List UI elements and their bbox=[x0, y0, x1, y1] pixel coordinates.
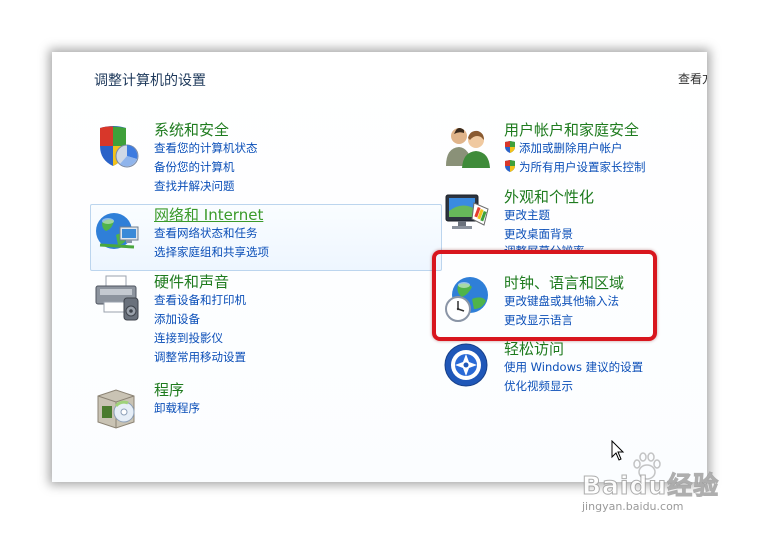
watermark-url: jingyan.baidu.com bbox=[582, 500, 684, 513]
link-connect-projector[interactable]: 连接到投影仪 bbox=[154, 329, 223, 348]
watermark-brand: Baidu经验 bbox=[581, 471, 720, 501]
link-backup-computer[interactable]: 备份您的计算机 bbox=[154, 158, 235, 177]
link-parental-controls[interactable]: 为所有用户设置家长控制 bbox=[504, 158, 646, 177]
shield-security-icon bbox=[100, 126, 139, 168]
link-view-computer-status[interactable]: 查看您的计算机状态 bbox=[154, 139, 258, 158]
link-mobility-settings[interactable]: 调整常用移动设置 bbox=[154, 348, 246, 367]
network-globe-icon bbox=[96, 213, 139, 249]
link-add-device[interactable]: 添加设备 bbox=[154, 310, 200, 329]
baidu-watermark: Baidu经验 jingyan.baidu.com bbox=[581, 466, 752, 522]
monitor-palette-icon bbox=[445, 194, 489, 229]
view-by-label[interactable]: 查看方 bbox=[678, 70, 707, 87]
link-homegroup-sharing[interactable]: 选择家庭组和共享选项 bbox=[154, 243, 269, 262]
mouse-cursor-icon bbox=[611, 440, 625, 461]
link-change-theme[interactable]: 更改主题 bbox=[504, 206, 550, 225]
link-text[interactable]: 为所有用户设置家长控制 bbox=[519, 160, 646, 174]
link-uninstall-program[interactable]: 卸载程序 bbox=[154, 399, 200, 418]
category-title[interactable]: 系统和安全 bbox=[154, 120, 229, 140]
link-windows-recommended[interactable]: 使用 Windows 建议的设置 bbox=[504, 358, 643, 377]
control-panel-window: 调整计算机的设置 查看方 系统和安全 查看您的计算机状态 备份您的计算机 查找并… bbox=[52, 52, 707, 482]
link-troubleshoot[interactable]: 查找并解决问题 bbox=[154, 177, 235, 196]
link-add-remove-accounts[interactable]: 添加或删除用户帐户 bbox=[504, 139, 623, 158]
category-title[interactable]: 轻松访问 bbox=[504, 339, 564, 359]
link-view-network-status[interactable]: 查看网络状态和任务 bbox=[154, 224, 258, 243]
link-text[interactable]: 添加或删除用户帐户 bbox=[519, 141, 623, 155]
programs-box-icon bbox=[97, 389, 135, 429]
link-devices-printers[interactable]: 查看设备和打印机 bbox=[154, 291, 246, 310]
category-title[interactable]: 网络和 Internet bbox=[154, 205, 263, 225]
ease-of-access-icon bbox=[444, 343, 488, 387]
page-title: 调整计算机的设置 bbox=[94, 73, 206, 89]
category-title[interactable]: 程序 bbox=[154, 380, 184, 400]
category-title[interactable]: 用户帐户和家庭安全 bbox=[504, 120, 639, 140]
category-title[interactable]: 外观和个性化 bbox=[504, 187, 594, 207]
link-optimize-display[interactable]: 优化视频显示 bbox=[504, 377, 573, 396]
link-desktop-background[interactable]: 更改桌面背景 bbox=[504, 225, 573, 244]
category-title[interactable]: 硬件和声音 bbox=[154, 272, 229, 292]
uac-shield-icon bbox=[505, 160, 515, 172]
uac-shield-icon bbox=[505, 141, 515, 153]
highlight-annotation bbox=[432, 250, 657, 341]
printer-icon bbox=[95, 275, 139, 321]
users-icon bbox=[446, 128, 490, 168]
